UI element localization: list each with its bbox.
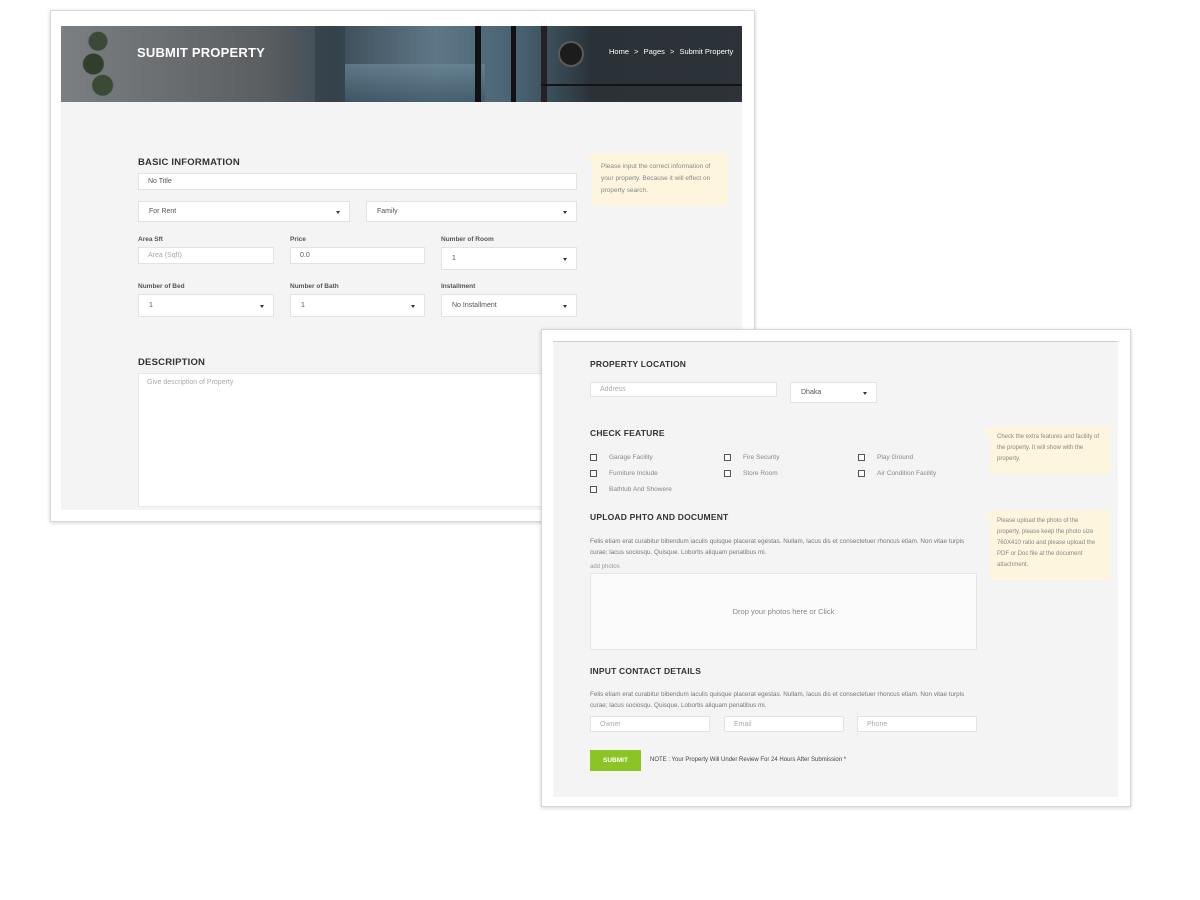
- checkbox-icon: [858, 454, 865, 461]
- checkbox-icon: [724, 470, 731, 477]
- caret-down-icon: [563, 210, 567, 214]
- basic-information-note: Please input the correct information of …: [584, 153, 728, 206]
- feature-checkbox-fire-security[interactable]: Fire Security: [724, 454, 779, 461]
- bed-select-value: 1: [149, 302, 153, 309]
- upload-heading: UPLOAD PHTO AND DOCUMENT: [590, 512, 729, 522]
- breadcrumb: Home > Pages > Submit Property: [609, 47, 736, 56]
- type-select-value: Family: [377, 208, 398, 215]
- breadcrumb-separator: >: [669, 47, 675, 56]
- area-input[interactable]: Area (Sqft): [138, 247, 274, 264]
- sea-decoration: [345, 64, 485, 102]
- breadcrumb-pages[interactable]: Pages: [644, 47, 665, 56]
- feature-label: Play Ground: [877, 454, 914, 461]
- installment-label: Installment: [441, 283, 476, 290]
- breadcrumb-home[interactable]: Home: [609, 47, 629, 56]
- status-select[interactable]: For Rent: [138, 201, 350, 222]
- window-frame: [475, 26, 481, 102]
- contact-details-heading: INPUT CONTACT DETAILS: [590, 666, 702, 676]
- photo-dropzone[interactable]: Drop your photos here or Click: [590, 573, 977, 650]
- property-location-heading: PROPERTY LOCATION: [590, 359, 687, 369]
- caret-down-icon: [563, 304, 567, 308]
- breadcrumb-separator: >: [634, 47, 639, 56]
- checkbox-icon: [858, 470, 865, 477]
- type-select[interactable]: Family: [366, 201, 577, 222]
- description-heading: DESCRIPTION: [138, 357, 206, 368]
- wall-decoration: [315, 26, 345, 102]
- breadcrumb-current: Submit Property: [679, 47, 734, 56]
- owner-input[interactable]: Owner: [590, 716, 710, 732]
- checkbox-icon: [590, 454, 597, 461]
- bath-select[interactable]: 1: [290, 294, 425, 317]
- rooms-label: Number of Room: [441, 236, 494, 243]
- rooms-select[interactable]: 1: [441, 247, 577, 270]
- basic-information-heading: BASIC INFORMATION: [138, 157, 240, 168]
- feature-label: Garage Facility: [609, 454, 653, 461]
- contact-description: Felis etiam erat curabitur bibendum iacu…: [590, 691, 965, 709]
- check-feature-note: Check the extra features and facility of…: [982, 426, 1110, 474]
- feature-label: Air Condition Facility: [877, 470, 937, 477]
- submit-button[interactable]: SUBMIT: [590, 750, 641, 771]
- feature-checkbox-store-room[interactable]: Store Room: [724, 470, 778, 477]
- email-input[interactable]: Email: [724, 716, 844, 732]
- feature-checkbox-furniture[interactable]: Furniture Include: [590, 470, 658, 477]
- upload-description: Felis etiam erat curabitur bibendum iacu…: [590, 538, 965, 556]
- feature-label: Fire Security: [743, 454, 780, 461]
- window-frame: [541, 26, 547, 102]
- checkbox-icon: [724, 454, 731, 461]
- area-label: Area Sft: [138, 236, 163, 243]
- window-frame: [511, 26, 516, 102]
- phone-input[interactable]: Phone: [857, 716, 977, 732]
- hero-banner: SUBMIT PROPERTY Home > Pages > Submit Pr…: [61, 26, 742, 102]
- submission-note: NOTE : Your Property Will Under Review F…: [650, 757, 847, 763]
- caret-down-icon: [336, 210, 340, 214]
- status-select-value: For Rent: [149, 208, 177, 215]
- caret-down-icon: [260, 304, 264, 308]
- caret-down-icon: [563, 257, 567, 261]
- page-panel: PROPERTY LOCATION Address Dhaka CHECK FE…: [553, 341, 1118, 797]
- submit-property-screenshot-bottom: PROPERTY LOCATION Address Dhaka CHECK FE…: [541, 329, 1131, 807]
- bath-select-value: 1: [301, 302, 305, 309]
- bath-label: Number of Bath: [290, 283, 339, 290]
- property-title-input[interactable]: No Title: [138, 173, 577, 190]
- price-input[interactable]: 0.0: [290, 247, 425, 264]
- caret-down-icon: [863, 391, 867, 395]
- upload-note: Please upload the photo of the property,…: [982, 510, 1110, 580]
- bed-label: Number of Bed: [138, 283, 185, 290]
- feature-checkbox-garage[interactable]: Garage Facility: [590, 454, 653, 461]
- description-textarea[interactable]: Give description of Property: [138, 373, 568, 507]
- feature-label: Bathtub And Showere: [609, 486, 672, 493]
- page-title: SUBMIT PROPERTY: [137, 45, 265, 60]
- plant-decoration: [75, 26, 121, 102]
- add-photos-label: add photos: [590, 564, 620, 570]
- lamp-decoration: [558, 41, 584, 67]
- bed-select[interactable]: 1: [138, 294, 274, 317]
- feature-label: Furniture Include: [609, 470, 658, 477]
- installment-select-value: No Installment: [452, 302, 497, 309]
- rooms-select-value: 1: [452, 255, 456, 262]
- feature-checkbox-air-condition[interactable]: Air Condition Facility: [858, 470, 936, 477]
- address-input[interactable]: Address: [590, 382, 777, 397]
- feature-label: Store Room: [743, 470, 778, 477]
- caret-down-icon: [411, 304, 415, 308]
- installment-select[interactable]: No Installment: [441, 294, 577, 317]
- city-select[interactable]: Dhaka: [790, 382, 877, 403]
- railing-decoration: [541, 84, 742, 86]
- check-feature-heading: CHECK FEATURE: [590, 428, 665, 438]
- city-select-value: Dhaka: [801, 389, 822, 396]
- price-label: Price: [290, 236, 306, 243]
- feature-checkbox-bathtub[interactable]: Bathtub And Showere: [590, 486, 672, 493]
- checkbox-icon: [590, 470, 597, 477]
- feature-checkbox-play-ground[interactable]: Play Ground: [858, 454, 913, 461]
- checkbox-icon: [590, 486, 597, 493]
